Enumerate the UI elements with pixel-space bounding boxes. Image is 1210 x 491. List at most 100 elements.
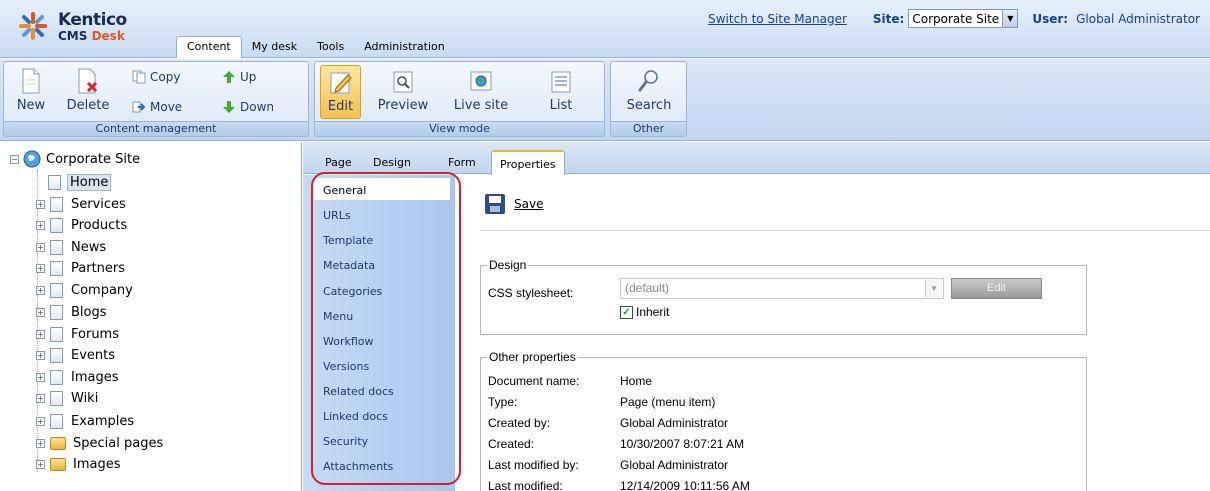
expand-icon[interactable]: + (36, 459, 45, 469)
tree-item-images[interactable]: + Images (36, 367, 121, 387)
nav-item-metadata[interactable]: Metadata (323, 259, 375, 272)
search-button[interactable]: Search (621, 68, 677, 113)
chevron-down-icon[interactable]: ▼ (1002, 10, 1018, 27)
expand-icon[interactable]: + (36, 372, 45, 382)
tree-item-products[interactable]: + Products (36, 215, 129, 235)
expand-icon[interactable]: + (36, 199, 45, 209)
tab-page[interactable]: Page (325, 156, 352, 169)
folder-icon (50, 436, 66, 450)
tree-item-events[interactable]: + Events (36, 345, 117, 365)
switch-to-site-manager-link[interactable]: Switch to Site Manager (708, 12, 847, 26)
expand-icon[interactable]: + (36, 220, 45, 230)
prop-value-document-name: Home (620, 374, 653, 388)
copy-button[interactable]: Copy (132, 70, 180, 84)
content-management-group: New Delete Copy Move Up Down Content man… (3, 61, 309, 137)
content-tabs: Page Design Form Properties (303, 142, 1210, 175)
preview-button[interactable]: Preview (375, 68, 431, 113)
down-button[interactable]: Down (222, 100, 274, 114)
tree-item-examples[interactable]: + Examples (36, 411, 136, 431)
tab-content[interactable]: Content (176, 36, 242, 58)
user-label: User: (1032, 11, 1069, 26)
expand-icon[interactable]: + (36, 285, 45, 295)
inherit-label: Inherit (636, 305, 670, 319)
live-site-icon (470, 71, 492, 91)
chevron-down-icon[interactable]: ▼ (925, 280, 942, 297)
other-label: Other (611, 121, 686, 136)
properties-nav: General URLs Template Metadata Categorie… (303, 175, 455, 491)
tree-root-label: Corporate Site (46, 151, 141, 167)
expand-icon[interactable]: + (36, 438, 45, 448)
move-button[interactable]: Move (132, 100, 182, 114)
site-select-value: Corporate Site (912, 11, 1000, 26)
expand-icon[interactable]: + (36, 242, 45, 252)
site-select[interactable]: Corporate Site ▼ (908, 9, 1019, 28)
expand-icon[interactable]: + (36, 263, 45, 273)
tree-item-label: Events (71, 347, 116, 363)
tab-properties[interactable]: Properties (491, 150, 565, 175)
tree-item-wiki[interactable]: + Wiki (36, 388, 100, 408)
expand-icon[interactable]: + (36, 393, 45, 403)
tree-item-special-pages[interactable]: + Special pages (36, 433, 165, 453)
expand-icon[interactable]: + (36, 329, 45, 339)
css-stylesheet-select[interactable]: (default) ▼ (620, 278, 944, 299)
kentico-logo: Kentico CMS Desk (0, 0, 172, 58)
checkmark-icon[interactable]: ✓ (620, 305, 633, 319)
nav-item-menu[interactable]: Menu (323, 310, 353, 323)
tree-item-company[interactable]: + Company (36, 280, 135, 300)
logo-product: CMS Desk (58, 29, 125, 43)
edit-button[interactable]: Edit (320, 65, 361, 119)
new-button[interactable]: New (14, 68, 48, 113)
tree-item-label: Home (67, 173, 112, 191)
delete-button-label: Delete (66, 98, 110, 113)
tree-item-label: Images (73, 456, 121, 472)
expand-icon[interactable]: + (36, 350, 45, 360)
prop-value-type: Page (menu item) (620, 395, 716, 409)
tab-administration[interactable]: Administration (354, 37, 455, 58)
save-button[interactable]: Save (485, 194, 543, 214)
document-icon (50, 413, 63, 429)
expand-icon[interactable]: + (36, 307, 45, 317)
nav-item-attachments[interactable]: Attachments (323, 460, 393, 473)
up-button[interactable]: Up (222, 70, 256, 84)
css-edit-button[interactable]: Edit (951, 278, 1042, 299)
live-site-button[interactable]: Live site (450, 68, 512, 113)
nav-item-security[interactable]: Security (323, 435, 368, 448)
tree-item-label: Images (71, 369, 119, 385)
tab-tools[interactable]: Tools (307, 37, 354, 58)
tree-item-partners[interactable]: + Partners (36, 258, 127, 278)
tree-item-blogs[interactable]: + Blogs (36, 302, 109, 322)
separator (480, 230, 1210, 231)
nav-item-related-docs[interactable]: Related docs (323, 385, 394, 398)
collapse-icon[interactable]: − (10, 154, 19, 164)
tree-root[interactable]: − Corporate Site (10, 150, 140, 168)
tree-item-label: Partners (71, 260, 126, 276)
tree-item-forums[interactable]: + Forums (36, 324, 121, 344)
list-button[interactable]: List (541, 68, 581, 113)
nav-item-workflow[interactable]: Workflow (323, 335, 374, 348)
tree-item-home[interactable]: Home (48, 172, 112, 192)
nav-item-versions[interactable]: Versions (323, 360, 369, 373)
tree-item-services[interactable]: + Services (36, 194, 128, 214)
expand-icon[interactable]: + (36, 416, 45, 426)
tree-item-label: Wiki (71, 390, 99, 406)
user-name: Global Administrator (1076, 11, 1200, 26)
nav-item-categories[interactable]: Categories (323, 285, 382, 298)
document-icon (50, 196, 63, 212)
tab-form[interactable]: Form (448, 156, 476, 169)
nav-item-general[interactable]: General (323, 184, 366, 197)
up-button-label: Up (240, 70, 257, 84)
nav-item-template[interactable]: Template (323, 234, 373, 247)
tab-my-desk[interactable]: My desk (242, 37, 307, 58)
nav-item-linked-docs[interactable]: Linked docs (323, 410, 388, 423)
document-icon (50, 217, 63, 233)
copy-icon (132, 70, 146, 84)
nav-item-urls[interactable]: URLs (323, 209, 351, 222)
tree-item-news[interactable]: + News (36, 237, 108, 257)
content-management-label: Content management (4, 121, 308, 136)
delete-button[interactable]: Delete (66, 68, 110, 113)
prop-label-document-name: Document name: (488, 374, 580, 388)
copy-button-label: Copy (150, 70, 181, 84)
tree-item-images-folder[interactable]: + Images (36, 454, 123, 474)
tab-design[interactable]: Design (373, 156, 411, 169)
inherit-checkbox[interactable]: ✓ Inherit (620, 305, 669, 319)
